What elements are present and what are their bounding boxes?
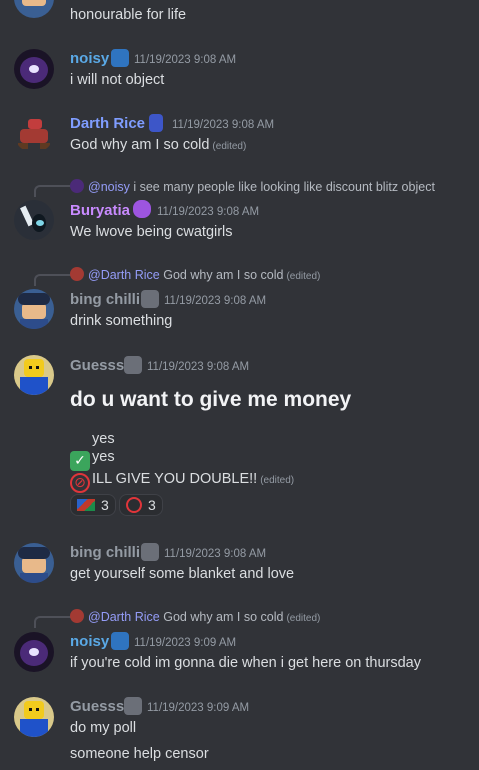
check-mark-icon: ✓ — [70, 450, 90, 471]
reply-preview[interactable]: @noisy i see many people like looking li… — [70, 179, 435, 194]
skull-badge-icon — [141, 290, 159, 308]
reply-avatar — [70, 267, 84, 281]
author-name[interactable]: bing chilli — [70, 291, 140, 308]
reaction-no-entry[interactable]: 3 — [119, 494, 163, 516]
poll-option: yes — [70, 427, 115, 447]
avatar-darth-rice[interactable] — [14, 113, 54, 153]
astronaut-badge-icon — [111, 49, 129, 67]
purple-blob-badge-icon — [133, 200, 151, 218]
empty-emoji-icon — [70, 427, 90, 447]
reply-text: i see many people like looking like disc… — [133, 180, 435, 194]
reply-text: God why am I so cold — [163, 268, 284, 282]
poll-option: ⊘ ILL GIVE YOU DOUBLE!! (edited) — [70, 471, 294, 493]
avatar-buryatia[interactable] — [14, 200, 54, 240]
author-name[interactable]: Guesss — [70, 357, 124, 374]
reply-mention[interactable]: @Darth Rice — [88, 268, 160, 282]
timestamp: 11/19/2023 9:08 AM — [134, 54, 237, 66]
message-text: drink something — [70, 313, 173, 329]
edited-label: (edited) — [286, 613, 321, 624]
edited-label: (edited) — [286, 271, 321, 282]
astronaut-badge-icon — [111, 632, 129, 650]
author-name[interactable]: Guesss — [70, 698, 124, 715]
message-text-content: God why am I so cold — [70, 137, 210, 153]
avatar-bing-chilli[interactable] — [14, 0, 54, 18]
timestamp: 11/19/2023 9:08 AM — [157, 206, 260, 218]
author-name[interactable]: noisy — [70, 50, 109, 67]
timestamp: 11/19/2023 9:08 AM — [164, 548, 267, 560]
avatar-guesss[interactable] — [14, 355, 54, 395]
message-text: honourable for life — [70, 7, 187, 23]
phone-badge-icon — [149, 114, 163, 132]
message-text: get yourself some blanket and love — [70, 566, 295, 582]
timestamp: 11/19/2023 9:09 AM — [134, 637, 237, 649]
reaction-namibia-flag[interactable]: 3 — [70, 494, 116, 516]
no-entry-icon: ⊘ — [70, 472, 90, 493]
edited-label: (edited) — [212, 141, 247, 152]
reply-connector — [34, 616, 72, 628]
avatar-bing-chilli[interactable] — [14, 289, 54, 329]
message-text: if you're cold im gonna die when i get h… — [70, 655, 421, 671]
author-name[interactable]: Buryatia — [70, 202, 130, 219]
skull-badge-icon — [124, 356, 142, 374]
reply-text: God why am I so cold — [163, 610, 284, 624]
avatar-guesss[interactable] — [14, 697, 54, 737]
reaction-count: 3 — [148, 497, 156, 513]
message-text: i will not object — [70, 72, 165, 88]
message-text: someone help censor — [70, 746, 209, 762]
message-text: do my poll — [70, 720, 137, 736]
reply-mention[interactable]: @Darth Rice — [88, 610, 160, 624]
avatar-noisy[interactable] — [14, 49, 54, 89]
namibia-flag-icon — [77, 499, 95, 511]
reply-preview[interactable]: @Darth Rice God why am I so cold (edited) — [70, 267, 320, 282]
poll-option: ✓ yes — [70, 449, 115, 471]
author-name[interactable]: noisy — [70, 633, 109, 650]
author-name[interactable]: Darth Rice — [70, 115, 145, 132]
reaction-count: 3 — [101, 497, 109, 513]
edited-label: (edited) — [260, 475, 295, 486]
reply-preview[interactable]: @Darth Rice God why am I so cold (edited) — [70, 609, 320, 624]
reply-connector — [34, 185, 72, 197]
timestamp: 11/19/2023 9:08 AM — [172, 119, 275, 131]
timestamp: 11/19/2023 9:08 AM — [147, 361, 250, 373]
no-entry-icon — [126, 497, 142, 513]
avatar-bing-chilli[interactable] — [14, 543, 54, 583]
timestamp: 11/19/2023 9:08 AM — [164, 295, 267, 307]
reply-avatar — [70, 609, 84, 623]
author-name[interactable]: bing chilli — [70, 544, 140, 561]
message-text: God why am I so cold (edited) — [70, 137, 246, 153]
reply-mention[interactable]: @noisy — [88, 180, 130, 194]
timestamp: 11/19/2023 9:09 AM — [147, 702, 250, 714]
reply-avatar — [70, 179, 84, 193]
avatar-noisy[interactable] — [14, 632, 54, 672]
skull-badge-icon — [124, 697, 142, 715]
reply-connector — [34, 274, 72, 286]
skull-badge-icon — [141, 543, 159, 561]
poll-title: do u want to give me money — [70, 388, 352, 411]
message-text: We lwove being cwatgirls — [70, 224, 233, 240]
